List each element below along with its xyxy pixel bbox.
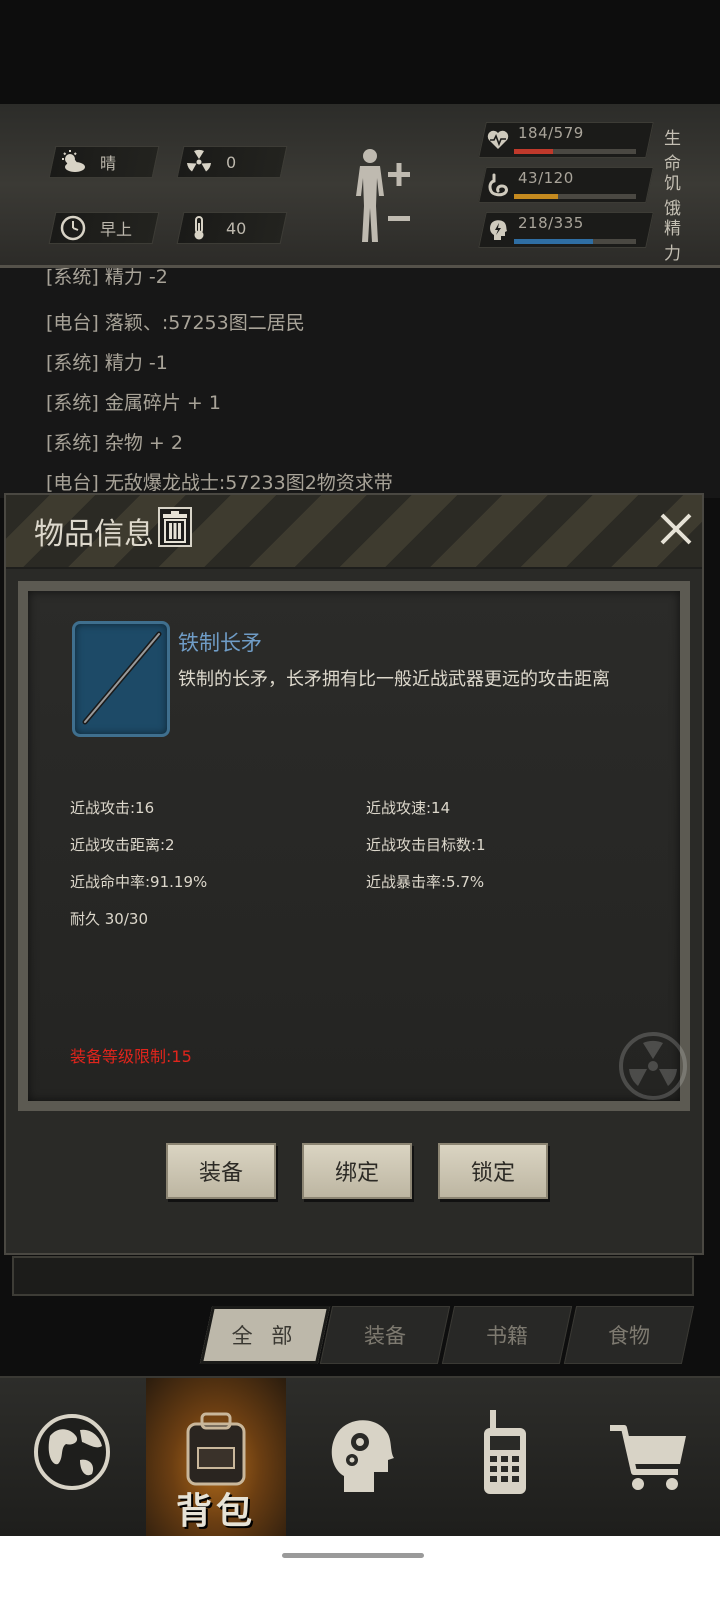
bind-button[interactable]: 绑定 — [302, 1143, 412, 1199]
nav-radio[interactable] — [434, 1378, 574, 1538]
log-line: [电台] 落颖、:57253图二居民 — [46, 312, 305, 334]
item-icon-slot — [72, 621, 170, 737]
health-bar — [514, 149, 636, 154]
tab-equipment-label: 装备 — [364, 1324, 406, 1348]
stomach-icon — [488, 173, 508, 197]
hunger-bar — [514, 194, 636, 199]
equip-button[interactable]: 装备 — [166, 1143, 276, 1199]
category-tabs: 全 部 装备 书籍 食物 — [196, 1306, 696, 1364]
close-icon[interactable] — [656, 509, 696, 549]
trash-icon — [163, 511, 187, 543]
system-navigation-bar — [0, 1536, 720, 1600]
nav-map[interactable] — [2, 1378, 142, 1538]
heart-icon — [487, 130, 509, 149]
radiation-watermark-icon — [619, 1032, 687, 1100]
log-line: [系统] 金属碎片 + 1 — [46, 392, 221, 414]
home-indicator[interactable] — [282, 1553, 424, 1558]
item-info-panel: 铁制长矛 铁制的长矛，长矛拥有比一般近战武器更远的攻击距离 近战攻击:16 近战… — [28, 591, 687, 1101]
weather-display: 晴 — [60, 146, 116, 178]
attribute-durability: 耐久 30/30 — [70, 910, 148, 928]
nav-backpack-label: 背包 — [175, 1491, 256, 1532]
log-line: [电台] 无敌爆龙战士:57233图2物资求带 — [46, 472, 393, 494]
attribute-melee-speed: 近战攻速:14 — [366, 799, 451, 817]
level-requirement: 装备等级限制:15 — [70, 1047, 192, 1066]
attribute-melee-range: 近战攻击距离:2 — [70, 836, 175, 854]
discard-button[interactable] — [158, 507, 192, 547]
time-text: 早上 — [100, 220, 133, 239]
item-description: 铁制的长矛，长矛拥有比一般近战武器更远的攻击距离 — [178, 669, 610, 690]
time-display: 早上 — [60, 212, 132, 244]
item-info-dialog: 物品信息 铁制长矛 铁制的长矛，长矛拥有比一般近战武器更远的攻击距离 近战攻击:… — [4, 493, 704, 1255]
attribute-melee-hit-rate: 近战命中率:91.19% — [70, 873, 208, 891]
tab-food-label: 食物 — [608, 1324, 650, 1348]
energy-value: 218/335 — [518, 214, 584, 232]
thermometer-icon — [194, 216, 204, 240]
energy-head-icon — [490, 220, 507, 240]
message-log[interactable]: [系统] 精力 -2 [电台] 落颖、:57253图二居民 [系统] 精力 -1… — [0, 268, 720, 498]
nav-shop[interactable] — [578, 1378, 718, 1538]
dialog-title: 物品信息 — [34, 517, 154, 552]
hunger-stat: 43/120 饥饿 — [478, 167, 692, 219]
tab-all-label: 全 部 — [231, 1324, 299, 1348]
temperature-value: 40 — [226, 218, 247, 238]
attribute-melee-attack: 近战攻击:16 — [70, 799, 155, 817]
hunger-bar-fill — [514, 194, 558, 199]
item-info-frame: 铁制长矛 铁制的长矛，长矛拥有比一般近战武器更远的攻击距离 近战攻击:16 近战… — [18, 581, 690, 1111]
nav-skills[interactable] — [290, 1378, 430, 1538]
attribute-melee-crit-rate: 近战暴击率:5.7% — [366, 873, 485, 891]
log-line: [系统] 杂物 + 2 — [46, 432, 183, 454]
body-status-figure-icon[interactable] — [350, 146, 414, 246]
status-header: 晴 0 早上 40 184/579 生命 43/120 饥饿 218/335 精… — [0, 0, 720, 268]
dialog-header: 物品信息 — [6, 495, 702, 569]
log-line: [系统] 精力 -1 — [46, 352, 168, 374]
shopping-cart-icon — [610, 1425, 686, 1490]
temperature-display: 40 — [186, 212, 246, 244]
health-value: 184/579 — [518, 124, 584, 142]
nav-backpack[interactable]: 背包 — [146, 1378, 286, 1538]
walkie-talkie-icon — [484, 1410, 526, 1494]
lock-button[interactable]: 锁定 — [438, 1143, 548, 1199]
radiation-value: 0 — [226, 152, 237, 172]
globe-icon — [34, 1414, 110, 1490]
cloudy-sun-icon — [62, 150, 85, 172]
weather-text: 晴 — [100, 154, 117, 173]
status-bar-blank — [0, 0, 720, 104]
radiation-icon — [187, 149, 211, 172]
energy-bar-fill — [514, 239, 594, 244]
head-gears-icon — [331, 1420, 394, 1492]
inventory-area — [12, 1256, 694, 1296]
attribute-melee-targets: 近战攻击目标数:1 — [366, 836, 486, 854]
clock-icon — [60, 215, 86, 241]
hunger-value: 43/120 — [518, 169, 574, 187]
energy-stat: 218/335 精力 — [478, 212, 692, 264]
radiation-display: 0 — [186, 146, 236, 178]
health-stat: 184/579 生命 — [478, 122, 692, 174]
energy-bar — [514, 239, 636, 244]
energy-label: 精力 — [664, 219, 681, 264]
tab-books-label: 书籍 — [486, 1324, 528, 1348]
health-bar-fill — [514, 149, 553, 154]
spear-icon — [82, 631, 162, 725]
bottom-navigation: 背包 — [0, 1376, 720, 1538]
log-line: [系统] 精力 -2 — [46, 268, 168, 288]
item-name: 铁制长矛 — [178, 631, 262, 655]
